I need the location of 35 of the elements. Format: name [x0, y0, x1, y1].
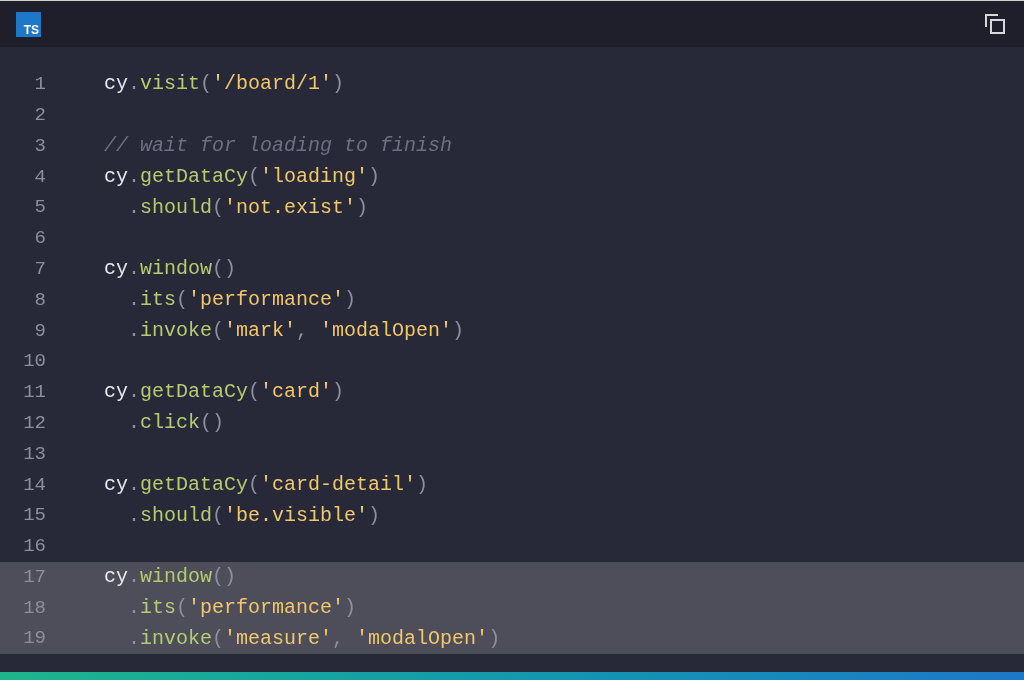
- line-number: 14: [22, 472, 46, 498]
- code-line: .its('performance'): [127, 594, 357, 621]
- line-number: 5: [33, 195, 46, 221]
- code-line: .should('not.exist'): [127, 194, 369, 221]
- line-number: 1: [33, 72, 46, 98]
- line-number: 10: [22, 349, 46, 375]
- code-line: cy.getDataCy('loading'): [104, 163, 381, 190]
- line-number: 19: [22, 626, 46, 652]
- line-number: 2: [33, 102, 46, 128]
- code-line: .should('be.visible'): [127, 502, 381, 529]
- line-number: 11: [22, 380, 46, 406]
- line-number: 15: [22, 503, 46, 529]
- copy-icon[interactable]: [984, 13, 1006, 35]
- line-number: 12: [22, 410, 46, 436]
- line-number: 18: [22, 595, 46, 621]
- code-line: .invoke('mark', 'modalOpen'): [127, 317, 465, 344]
- code-line: .invoke('measure', 'modalOpen'): [127, 625, 501, 652]
- code-line: cy.getDataCy('card'): [104, 379, 345, 406]
- line-number: 13: [22, 441, 46, 467]
- line-number: 9: [33, 318, 46, 344]
- line-number: 17: [22, 564, 46, 590]
- code-line: cy.window(): [104, 256, 237, 283]
- code-line: .its('performance'): [127, 286, 357, 313]
- line-number: 6: [33, 226, 46, 252]
- code-line: cy.visit('/board/1'): [104, 71, 345, 98]
- line-number: 16: [22, 534, 46, 560]
- code-line: .click(): [127, 410, 225, 437]
- line-number: 7: [33, 256, 46, 282]
- typescript-badge: TS: [16, 11, 41, 37]
- code-comment: // wait for loading to finish: [104, 133, 453, 159]
- line-number: 8: [33, 287, 46, 313]
- code-line: cy.getDataCy('card-detail'): [104, 471, 429, 498]
- code-line: cy.window(): [104, 564, 237, 591]
- line-number: 3: [33, 133, 46, 159]
- line-number: 4: [33, 164, 46, 190]
